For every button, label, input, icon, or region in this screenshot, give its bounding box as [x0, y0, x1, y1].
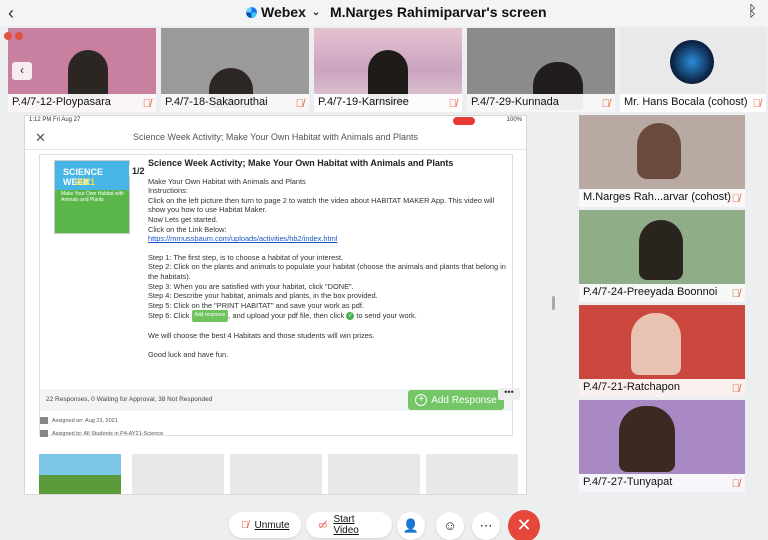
shared-screen: 1:12 PM Fri Aug 27 100% ✕ Science Week A…: [24, 115, 527, 495]
top-bar: ‹ Webex ⌄ M.Narges Rahimiparvar's screen…: [0, 0, 768, 26]
participant-tile[interactable]: P.4/7-29-Kunnada 🎙̸: [467, 28, 615, 112]
post-thumbnail[interactable]: [132, 454, 224, 494]
step-4: Step 4: Describe your habitat, animals a…: [148, 291, 378, 301]
post-title: Science Week Activity; Make Your Own Hab…: [148, 158, 454, 168]
participant-tile[interactable]: M.Narges Rah...arvar (cohost) 🎙̸: [579, 115, 745, 207]
mic-muted-icon: 🎙̸: [731, 288, 740, 300]
device-status-bar: 1:12 PM Fri Aug 27 100%: [25, 116, 526, 126]
participant-name: P.4/7-24-Preeyada Boonnoi: [579, 284, 745, 302]
page-indicator: 1/2: [129, 165, 148, 177]
avatar: [670, 40, 714, 84]
more-icon[interactable]: •••: [498, 388, 520, 400]
step-1: Step 1: The first step, is to choose a h…: [148, 252, 344, 262]
thumb-year: 2021: [75, 177, 96, 187]
thumb-subtitle: Make Your Own Habitat with Animals and P…: [61, 191, 124, 203]
status-time: 1:12 PM Fri Aug 27: [29, 117, 81, 123]
responses-bar: 22 Responses, 0 Waiting for Approval, 38…: [40, 389, 512, 411]
post-body: Science Week Activity; Make Your Own Hab…: [148, 158, 508, 359]
mic-muted-icon: 🎙̸: [448, 98, 457, 110]
resize-handle[interactable]: [552, 296, 555, 310]
activity-thumbnail[interactable]: SCIENCE WEEK 2021 Make Your Own Habitat …: [54, 160, 148, 234]
activity-card: SCIENCE WEEK 2021 Make Your Own Habitat …: [39, 154, 513, 437]
post-thumbnail[interactable]: [426, 454, 518, 494]
responses-summary[interactable]: 22 Responses, 0 Waiting for Approval, 38…: [46, 396, 212, 403]
assigned-on: Assigned on: Aug 23, 2021: [40, 417, 118, 424]
participant-tile[interactable]: Mr. Hans Bocala (cohost) 🎙̸: [620, 28, 766, 112]
participant-name: P.4/7-18-Sakaoruthai: [161, 94, 309, 112]
plus-icon: +: [415, 394, 428, 406]
participant-name: P.4/7-21-Ratchapon: [579, 379, 745, 397]
battery-status: 100%: [506, 117, 522, 123]
mic-muted-icon: 🎙̸: [752, 98, 761, 110]
participant-name: P.4/7-29-Kunnada: [467, 94, 615, 112]
mic-muted-icon: 🎙̸: [601, 98, 610, 110]
habitat-link[interactable]: https://mrnussbaum.com/uploads/activitie…: [148, 234, 508, 244]
screen-share-title: M.Narges Rahimiparvar's screen: [330, 4, 547, 20]
post-thumbnail[interactable]: [230, 454, 322, 494]
mic-muted-icon: 🎙̸: [731, 383, 740, 395]
mic-muted-icon: 🎙̸: [241, 519, 249, 531]
meeting-controls: 🎙̸ Unmute ▭̸ Start Video 👤 ☺ ⋯ ✕: [0, 508, 768, 540]
participant-name: P.4/7-27-Tunyapat: [579, 474, 745, 492]
participant-tile[interactable]: P.4/7-21-Ratchapon 🎙̸: [579, 305, 745, 397]
participant-video: [631, 313, 681, 375]
post-line: Now Lets get started.: [148, 214, 218, 224]
webex-menu[interactable]: Webex ⌄: [246, 4, 320, 20]
add-response-button[interactable]: + Add Response: [408, 390, 504, 410]
post-line: Click on the left picture then turn to p…: [148, 195, 495, 215]
window-dots: [4, 32, 23, 40]
participant-tile[interactable]: P.4/7-24-Preeyada Boonnoi 🎙̸: [579, 210, 745, 302]
assigned-to: Assigned to: All Students in P4-AY21-Sci…: [40, 430, 163, 437]
webex-logo-icon: [246, 6, 257, 18]
unmute-button[interactable]: 🎙̸ Unmute: [229, 512, 301, 538]
participant-video: [637, 123, 681, 179]
participant-video: [639, 220, 683, 280]
bluetooth-icon: ᛒ: [748, 3, 758, 20]
chevron-left-icon[interactable]: ‹: [8, 3, 14, 24]
mic-muted-icon: 🎙̸: [295, 98, 304, 110]
post-line: Good luck and have fun.: [148, 349, 229, 359]
participant-tile[interactable]: P.4/7-18-Sakaoruthai 🎙̸: [161, 28, 309, 112]
collapse-tiles-button[interactable]: ‹: [12, 62, 32, 80]
calendar-icon: [40, 417, 48, 424]
participant-name: M.Narges Rah...arvar (cohost): [579, 189, 745, 207]
participant-name: Mr. Hans Bocala (cohost): [620, 94, 766, 112]
participant-video: [619, 406, 675, 472]
step-6: Step 6: Click Add response, and upload y…: [148, 310, 417, 322]
post-header-title: Science Week Activity; Make Your Own Hab…: [133, 132, 418, 142]
app-name: Webex: [261, 4, 306, 20]
participants-icon[interactable]: 👤: [397, 512, 425, 540]
video-off-icon: ▭̸: [318, 519, 328, 531]
participant-name: P.4/7-19-Karnsiree: [314, 94, 462, 112]
thumb-title: SCIENCE WEEK: [63, 167, 104, 187]
start-video-button[interactable]: ▭̸ Start Video: [306, 512, 392, 538]
participant-video: [68, 50, 108, 100]
participant-name: P.4/7-12-Ploypasara: [8, 94, 156, 112]
end-call-icon[interactable]: ✕: [508, 510, 540, 540]
step-5: Step 5: Click on the "PRINT HABITAT" and…: [148, 300, 364, 310]
post-line: We will choose the best 4 Habitats and t…: [148, 330, 375, 340]
post-thumbnail[interactable]: [39, 454, 121, 494]
step-3: Step 3: When you are satisfied with your…: [148, 281, 354, 291]
group-icon: [40, 430, 48, 437]
mic-muted-icon: 🎙̸: [142, 98, 151, 110]
mic-muted-icon: 🎙̸: [731, 478, 740, 490]
participant-tile[interactable]: P.4/7-27-Tunyapat 🎙̸: [579, 400, 745, 492]
more-icon[interactable]: ⋯: [472, 512, 500, 540]
post-line: Make Your Own Habitat with Animals and P…: [148, 176, 306, 186]
post-header: ✕ Science Week Activity; Make Your Own H…: [25, 126, 526, 150]
inline-add-response-icon: Add response: [191, 310, 229, 322]
mic-muted-icon: 🎙̸: [731, 193, 740, 205]
step-2: Step 2: Click on the plants and animals …: [148, 262, 506, 281]
participant-tile[interactable]: P.4/7-19-Karnsiree 🎙̸: [314, 28, 462, 112]
post-thumbnail[interactable]: [328, 454, 420, 494]
recording-indicator: [453, 117, 475, 125]
reactions-icon[interactable]: ☺: [436, 512, 464, 540]
chevron-down-icon: ⌄: [311, 6, 321, 18]
post-line: Click on the Link Below:: [148, 224, 227, 234]
post-line: Instructions:: [148, 186, 188, 196]
check-icon: ✓: [346, 312, 355, 321]
